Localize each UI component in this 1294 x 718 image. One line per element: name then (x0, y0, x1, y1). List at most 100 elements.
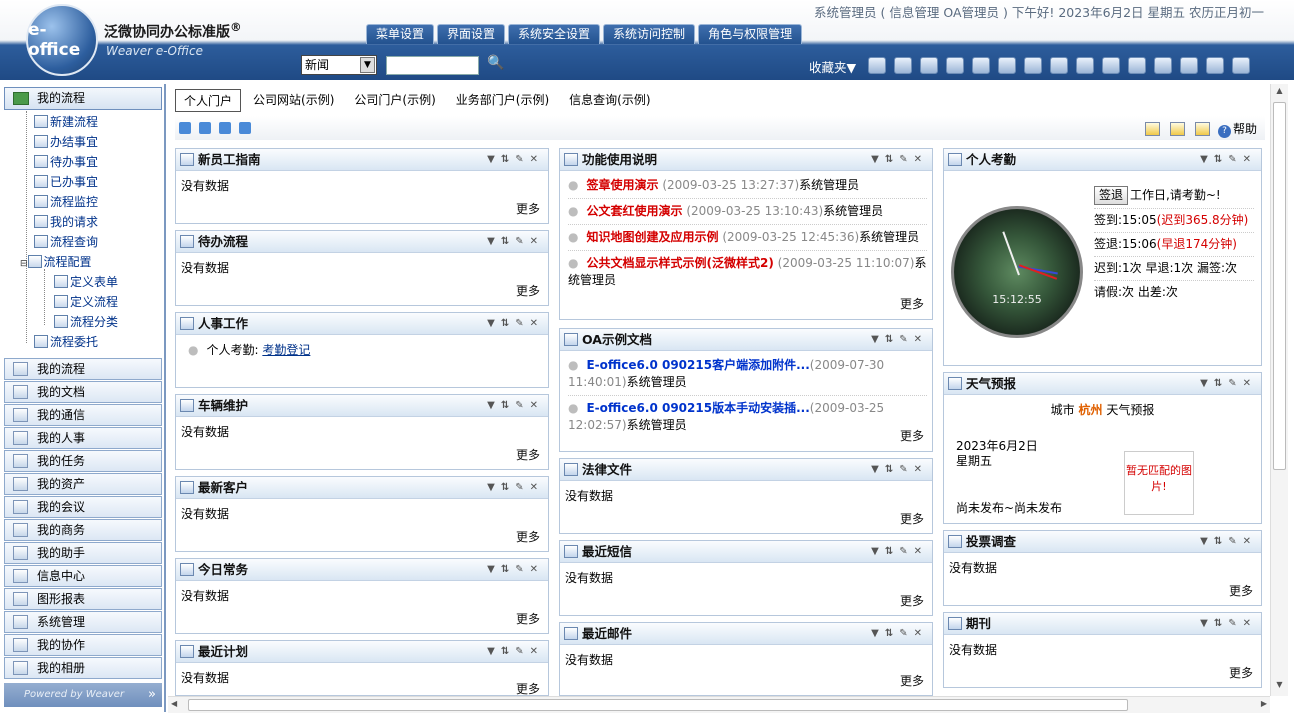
portlet-controls[interactable]: ▼⇅✎✕ (1200, 373, 1257, 395)
edit-icon[interactable] (1050, 57, 1068, 74)
more-link[interactable]: 更多 (1229, 664, 1253, 681)
nav-menu-settings[interactable]: 菜单设置 (366, 24, 435, 44)
settings-icon[interactable] (239, 122, 251, 134)
portlet-controls[interactable]: ▼⇅✎✕ (871, 459, 928, 481)
city-name[interactable]: 杭州 (1078, 403, 1102, 417)
tree-workflow-query[interactable]: 流程查询 (34, 233, 98, 251)
tree-workflow-delegate[interactable]: 流程委托 (34, 333, 98, 351)
portlet-controls[interactable]: ▼⇅✎✕ (487, 477, 544, 499)
dropdown-icon[interactable] (219, 122, 231, 134)
nav-ui-settings[interactable]: 界面设置 (437, 24, 506, 44)
list-item[interactable]: ● E-office6.0 090215客户端添加附件...(2009-07-30… (568, 357, 927, 391)
portlet-controls[interactable]: ▼⇅✎✕ (871, 541, 928, 563)
more-link[interactable]: 更多 (516, 282, 540, 299)
help-button[interactable]: ? 帮助 (1217, 120, 1257, 138)
collapse-sidebar-button[interactable]: » (148, 683, 156, 707)
grid-icon[interactable] (199, 122, 211, 134)
sidebar-item-info-center[interactable]: 信息中心 (4, 565, 162, 587)
scroll-down-icon[interactable]: ▼ (1272, 680, 1287, 694)
notes-icon[interactable] (1024, 57, 1042, 74)
more-link[interactable]: 更多 (516, 200, 540, 217)
more-link[interactable]: 更多 (516, 528, 540, 545)
more-link[interactable]: 更多 (900, 592, 924, 609)
favorites-menu[interactable]: 收藏夹▼ (809, 57, 856, 76)
tab-company-portal[interactable]: 公司门户(示例) (346, 89, 443, 112)
tab-info-query[interactable]: 信息查询(示例) (561, 89, 658, 112)
portlet-controls[interactable]: ▼⇅✎✕ (871, 623, 928, 645)
sidebar-item-reports[interactable]: 图形报表 (4, 588, 162, 610)
tab-personal-portal[interactable]: 个人门户 (175, 89, 242, 112)
portlet-controls[interactable]: ▼⇅✎✕ (1200, 149, 1257, 171)
sidebar-item-meetings[interactable]: 我的会议 (4, 496, 162, 518)
scroll-thumb[interactable] (188, 699, 1128, 711)
scroll-left-icon[interactable]: ◀ (171, 699, 177, 708)
more-link[interactable]: 更多 (1229, 582, 1253, 599)
home-icon[interactable] (868, 57, 886, 74)
search-category-select[interactable]: 新闻 ▼ (301, 55, 377, 75)
tree-handled-items[interactable]: 已办事宜 (34, 173, 98, 191)
layout-icon[interactable] (1169, 122, 1185, 136)
more-link[interactable]: 更多 (516, 680, 540, 697)
more-link[interactable]: 更多 (900, 510, 924, 527)
portlet-controls[interactable]: ▼⇅✎✕ (871, 329, 928, 351)
sidebar-item-collaboration[interactable]: 我的协作 (4, 634, 162, 656)
sidebar-item-business[interactable]: 我的商务 (4, 519, 162, 541)
exit-icon[interactable] (1206, 57, 1224, 74)
scroll-right-icon[interactable]: ▶ (1261, 699, 1267, 708)
more-link[interactable]: 更多 (900, 296, 924, 313)
calendar-icon[interactable] (1076, 57, 1094, 74)
sidebar-item-documents[interactable]: 我的文档 (4, 381, 162, 403)
tree-new-workflow[interactable]: 新建流程 (34, 113, 98, 131)
list-item[interactable]: ● 知识地图创建及应用示例 (2009-03-25 12:45:36)系统管理员 (568, 229, 927, 246)
portlet-controls[interactable]: ▼⇅✎✕ (487, 559, 544, 581)
search-input[interactable] (386, 56, 479, 75)
sidebar-item-tasks[interactable]: 我的任务 (4, 450, 162, 472)
portlet-controls[interactable]: ▼⇅✎✕ (487, 231, 544, 253)
tab-dept-portal[interactable]: 业务部门户(示例) (448, 89, 557, 112)
list-item[interactable]: ● 公共文档显示样式示例(泛微样式2) (2009-03-25 11:10:07)… (568, 255, 927, 289)
tree-workflow-category[interactable]: 流程分类 (54, 313, 118, 331)
portlet-controls[interactable]: ▼⇅✎✕ (1200, 531, 1257, 553)
more-link[interactable]: 更多 (900, 428, 924, 445)
info-icon[interactable] (972, 57, 990, 74)
tree-my-requests[interactable]: 我的请求 (34, 213, 98, 231)
users-icon[interactable] (1154, 57, 1172, 74)
sidebar-header[interactable]: 我的流程 (4, 87, 162, 110)
layers-icon[interactable] (1180, 57, 1198, 74)
portlet-controls[interactable]: ▼⇅✎✕ (487, 641, 544, 663)
sidebar-item-system[interactable]: 系统管理 (4, 611, 162, 633)
portlet-controls[interactable]: ▼⇅✎✕ (1200, 613, 1257, 635)
portlet-controls[interactable]: ▼⇅✎✕ (487, 149, 544, 171)
list-item[interactable]: ● 公文套红使用演示 (2009-03-25 13:10:43)系统管理员 (568, 203, 927, 220)
sidebar-item-assets[interactable]: 我的资产 (4, 473, 162, 495)
tree-define-workflow[interactable]: 定义流程 (54, 293, 118, 311)
forward-icon[interactable] (920, 57, 938, 74)
nav-access-control[interactable]: 系统访问控制 (603, 24, 696, 44)
sidebar-item-hr[interactable]: 我的人事 (4, 427, 162, 449)
scroll-thumb[interactable] (1273, 102, 1286, 470)
more-link[interactable]: 更多 (516, 446, 540, 463)
sign-out-button[interactable]: 签退 (1094, 186, 1129, 205)
list-item[interactable]: ● 签章使用演示 (2009-03-25 13:27:37)系统管理员 (568, 177, 927, 194)
nav-role-permission[interactable]: 角色与权限管理 (698, 24, 803, 44)
horizontal-scrollbar[interactable]: ◀ ▶ (168, 696, 1270, 713)
vertical-scrollbar[interactable]: ▲ ▼ (1270, 84, 1288, 696)
back-icon[interactable] (894, 57, 912, 74)
portlet-controls[interactable]: ▼⇅✎✕ (487, 313, 544, 335)
search-icon[interactable]: 🔍 (487, 55, 504, 71)
tree-define-form[interactable]: 定义表单 (54, 273, 118, 291)
announce-icon[interactable] (998, 57, 1016, 74)
portlet-controls[interactable]: ▼⇅✎✕ (871, 149, 928, 171)
refresh-icon[interactable] (946, 57, 964, 74)
mail-icon[interactable] (1102, 57, 1120, 74)
sidebar-item-communication[interactable]: 我的通信 (4, 404, 162, 426)
collapse-icon[interactable]: ⊟ (20, 259, 28, 269)
add-icon[interactable] (179, 122, 191, 134)
sidebar-item-workflow[interactable]: 我的流程 (4, 358, 162, 380)
tree-done-items[interactable]: 办结事宜 (34, 133, 98, 151)
download-icon[interactable] (1232, 57, 1250, 74)
attendance-register-link[interactable]: 考勤登记 (262, 343, 310, 357)
sidebar-item-album[interactable]: 我的相册 (4, 657, 162, 679)
more-link[interactable]: 更多 (516, 610, 540, 627)
tree-workflow-config[interactable]: ⊟ 流程配置 (20, 253, 92, 271)
